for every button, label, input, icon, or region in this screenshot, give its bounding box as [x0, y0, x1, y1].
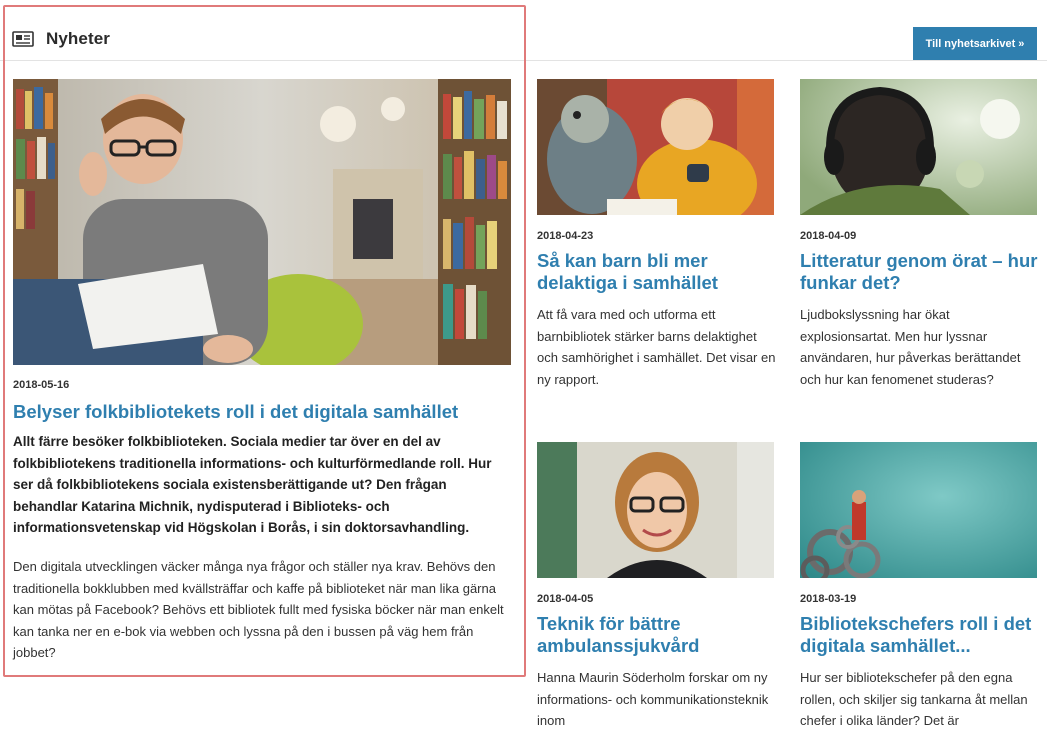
news-card-title[interactable]: Så kan barn bli mer delaktiga i samhälle… [537, 250, 777, 294]
news-card-title[interactable]: Teknik för bättre ambulanssjukvård [537, 613, 777, 657]
news-card-date: 2018-03-19 [800, 593, 857, 605]
news-archive-button[interactable]: Till nyhetsarkivet » [913, 27, 1037, 60]
news-card-date: 2018-04-09 [800, 230, 857, 242]
news-card: 2018-03-19 Bibliotekschefers roll i det … [800, 442, 1040, 732]
news-card-text: Hanna Maurin Söderholm forskar om ny inf… [537, 670, 769, 728]
news-card-image[interactable] [537, 442, 774, 578]
section-header: Nyheter [12, 28, 110, 50]
newspaper-icon [12, 31, 34, 47]
header-divider [0, 60, 1047, 61]
featured-article-image[interactable] [13, 79, 511, 365]
news-card-image[interactable] [800, 79, 1037, 215]
news-card: 2018-04-09 Litteratur genom örat – hur f… [800, 79, 1040, 390]
news-card-date: 2018-04-05 [537, 593, 594, 605]
news-card-title[interactable]: Bibliotekschefers roll i det digitala sa… [800, 613, 1040, 657]
news-card-image[interactable] [800, 442, 1037, 578]
news-card: 2018-04-23 Så kan barn bli mer delaktiga… [537, 79, 777, 390]
featured-article-title[interactable]: Belyser folkbibliotekets roll i det digi… [13, 401, 523, 423]
featured-article-lead: Allt färre besöker folkbiblioteken. Soci… [13, 434, 492, 535]
news-card-text: Hur ser bibliotekschefer på den egna rol… [800, 670, 1028, 728]
news-card: 2018-04-05 Teknik för bättre ambulanssju… [537, 442, 777, 732]
featured-article-date: 2018-05-16 [13, 379, 70, 391]
news-card-title[interactable]: Litteratur genom örat – hur funkar det? [800, 250, 1040, 294]
news-card-image[interactable] [537, 79, 774, 215]
news-card-text: Att få vara med och utforma ett barnbibl… [537, 307, 776, 387]
section-title: Nyheter [46, 29, 111, 48]
featured-article-body: Den digitala utvecklingen väcker många n… [13, 559, 504, 660]
news-card-text: Ljudbokslyssning har ökat explosionsarta… [800, 307, 1021, 387]
news-card-date: 2018-04-23 [537, 230, 594, 242]
